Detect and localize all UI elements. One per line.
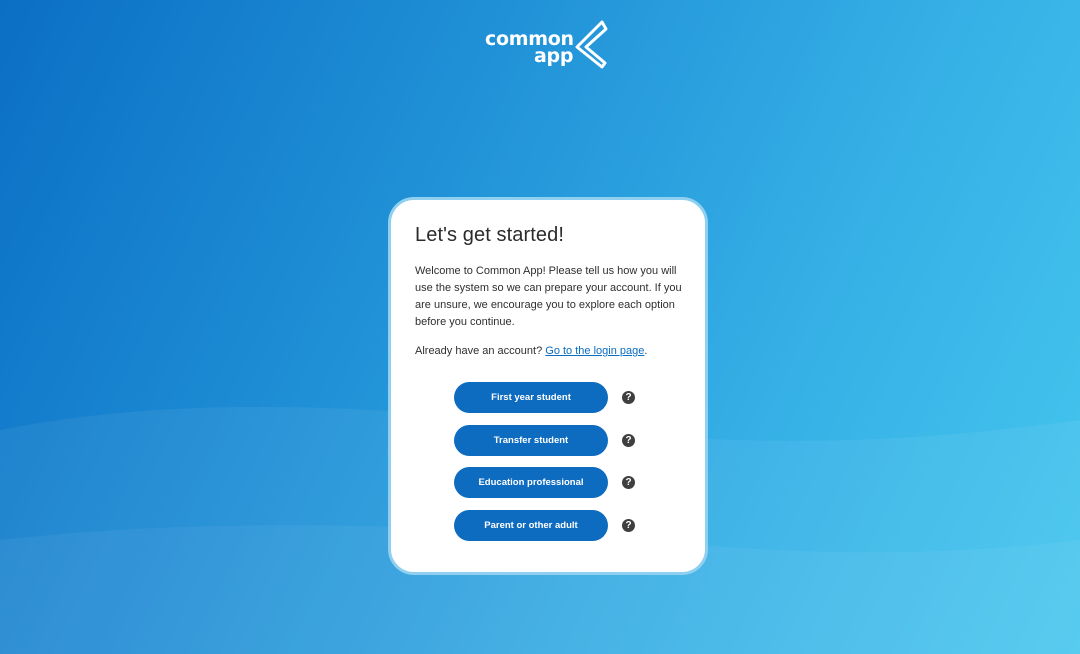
option-row-transfer: Transfer student ? bbox=[454, 424, 644, 456]
login-prompt: Already have an account? Go to the login… bbox=[415, 343, 647, 360]
common-app-logo[interactable]: common app bbox=[485, 20, 615, 72]
account-type-options: First year student ? Transfer student ? … bbox=[454, 382, 644, 552]
first-year-student-button[interactable]: First year student bbox=[454, 382, 608, 413]
question-circle-icon[interactable]: ? bbox=[622, 476, 635, 489]
page-background: common app Let's get started! Welcome to… bbox=[0, 0, 1080, 654]
option-row-parent: Parent or other adult ? bbox=[454, 509, 644, 541]
question-circle-icon[interactable]: ? bbox=[622, 391, 635, 404]
logo-text-app: app bbox=[534, 45, 574, 67]
education-professional-button[interactable]: Education professional bbox=[454, 467, 608, 498]
card-intro-text: Welcome to Common App! Please tell us ho… bbox=[415, 265, 682, 328]
parent-or-other-adult-button[interactable]: Parent or other adult bbox=[454, 509, 608, 541]
option-row-education-professional: Education professional ? bbox=[454, 467, 644, 498]
login-link[interactable]: Go to the login page bbox=[545, 345, 644, 357]
get-started-card: Let's get started! Welcome to Common App… bbox=[388, 197, 708, 575]
login-prompt-text: Already have an account? bbox=[415, 345, 546, 357]
logo-mark-icon bbox=[575, 20, 608, 69]
login-prompt-suffix: . bbox=[644, 345, 648, 357]
card-title: Let's get started! bbox=[415, 224, 565, 246]
transfer-student-button[interactable]: Transfer student bbox=[454, 424, 608, 456]
question-circle-icon[interactable]: ? bbox=[622, 518, 635, 532]
option-row-first-year: First year student ? bbox=[454, 382, 644, 413]
question-circle-icon[interactable]: ? bbox=[622, 433, 635, 447]
